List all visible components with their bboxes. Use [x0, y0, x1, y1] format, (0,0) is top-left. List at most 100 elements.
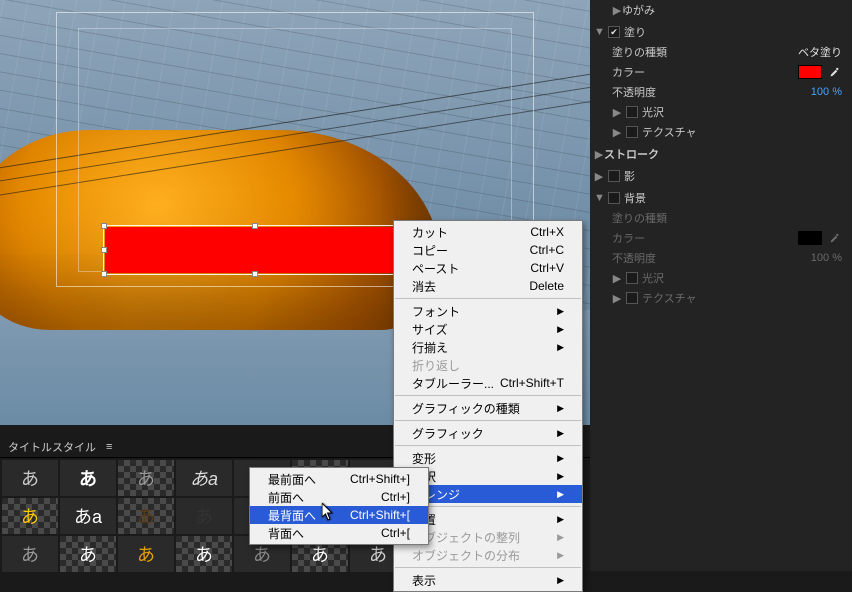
fill-texture-row[interactable]: ▶ テクスチャ	[594, 122, 842, 142]
title-rectangle[interactable]	[105, 227, 405, 273]
eyedropper-icon	[828, 231, 842, 245]
menu-item[interactable]: 最前面へCtrl+Shift+]	[250, 470, 428, 488]
bg-checkbox[interactable]	[608, 192, 620, 204]
bg-sheen-checkbox	[626, 272, 638, 284]
title-styles-label: タイトルスタイル	[8, 439, 96, 455]
twisty-collapsed-icon[interactable]: ▶	[594, 148, 604, 161]
menu-separator	[395, 567, 581, 568]
menu-item-label: フォント	[412, 303, 460, 320]
menu-item[interactable]: コピーCtrl+C	[394, 241, 582, 259]
bg-section-header[interactable]: ▼ 背景	[594, 188, 842, 208]
menu-item[interactable]: グラフィック ▶	[394, 424, 582, 442]
twisty-collapsed-icon[interactable]: ▶	[612, 106, 622, 119]
menu-item[interactable]: 変形▶	[394, 449, 582, 467]
title-style-sample-text: あ	[21, 503, 39, 529]
shadow-checkbox[interactable]	[608, 170, 620, 182]
twisty-expanded-icon[interactable]: ▼	[594, 192, 604, 204]
menu-item-label: カット	[412, 224, 448, 241]
fill-opacity-row[interactable]: 不透明度 100 %	[594, 82, 842, 102]
title-style-swatch[interactable]: あ	[2, 536, 58, 572]
submenu-arrow-icon: ▶	[557, 428, 564, 439]
fill-checkbox[interactable]	[608, 26, 620, 38]
texture-checkbox[interactable]	[626, 126, 638, 138]
context-menu-arrange[interactable]: 最前面へCtrl+Shift+]前面へCtrl+]最背面へCtrl+Shift+…	[249, 467, 429, 545]
stroke-section-label: ストローク	[604, 146, 659, 162]
bg-sheen-label: 光沢	[642, 270, 664, 286]
title-style-sample-text: あ	[195, 503, 213, 529]
menu-item[interactable]: 前面へCtrl+]	[250, 488, 428, 506]
bg-opacity-row: 不透明度 100 %	[594, 248, 842, 268]
submenu-arrow-icon: ▶	[557, 403, 564, 414]
title-style-swatch[interactable]: あ	[118, 460, 174, 496]
title-style-sample-text: あa	[74, 503, 102, 529]
title-style-swatch[interactable]: あ	[176, 536, 232, 572]
menu-item-accelerator: Ctrl+C	[530, 243, 564, 257]
title-style-swatch[interactable]: あ	[118, 536, 174, 572]
shadow-section-header[interactable]: ▶ 影	[594, 166, 842, 186]
fill-type-row[interactable]: 塗りの種類 ベタ塗り	[594, 42, 842, 62]
eyedropper-icon[interactable]	[828, 65, 842, 79]
menu-item[interactable]: サイズ▶	[394, 320, 582, 338]
menu-separator	[395, 445, 581, 446]
fill-opacity-label: 不透明度	[612, 84, 656, 100]
title-style-swatch[interactable]: あa	[176, 460, 232, 496]
menu-item[interactable]: ペースト Ctrl+V	[394, 259, 582, 277]
menu-item: オブジェクトの分布▶	[394, 546, 582, 564]
title-style-swatch[interactable]: あ	[176, 498, 232, 534]
menu-item[interactable]: フォント▶	[394, 302, 582, 320]
twisty-collapsed-icon[interactable]: ▶	[612, 4, 622, 17]
panel-menu-icon[interactable]: ≡	[106, 441, 112, 453]
fill-color-row[interactable]: カラー	[594, 62, 842, 82]
bg-type-row: 塗りの種類	[594, 208, 842, 228]
submenu-arrow-icon: ▶	[557, 342, 564, 353]
title-style-swatch[interactable]: あa	[60, 498, 116, 534]
menu-item-accelerator: Ctrl+[	[381, 526, 410, 540]
stroke-section-header[interactable]: ▶ ストローク	[594, 144, 842, 164]
title-style-sample-text: あ	[137, 541, 155, 567]
fill-type-value[interactable]: ベタ塗り	[798, 44, 842, 60]
menu-item-label: ペースト	[412, 260, 459, 277]
menu-item[interactable]: 背面へCtrl+[	[250, 524, 428, 542]
fill-opacity-value[interactable]: 100 %	[811, 86, 842, 98]
menu-item[interactable]: 表示▶	[394, 571, 582, 589]
sheen-checkbox[interactable]	[626, 106, 638, 118]
title-style-sample-text: あ	[137, 465, 155, 491]
menu-item-label: オブジェクトの分布	[412, 547, 520, 564]
title-style-swatch[interactable]: あ	[118, 498, 174, 534]
distort-row[interactable]: ▶ ゆがみ	[594, 0, 842, 20]
title-style-swatch[interactable]: あ	[2, 460, 58, 496]
submenu-arrow-icon: ▶	[557, 532, 564, 543]
properties-panel: ▶ ゆがみ ▼ 塗り 塗りの種類 ベタ塗り カラー 不透明度 100 % ▶ 光…	[590, 0, 852, 571]
title-style-swatch[interactable]: あ	[60, 460, 116, 496]
fill-section-header[interactable]: ▼ 塗り	[594, 22, 842, 42]
title-style-sample-text: あa	[190, 465, 218, 491]
menu-item-accelerator: Ctrl+X	[530, 225, 564, 239]
bg-color-row: カラー	[594, 228, 842, 248]
menu-item[interactable]: タブルーラー...Ctrl+Shift+T	[394, 374, 582, 392]
twisty-expanded-icon[interactable]: ▼	[594, 26, 604, 38]
title-style-swatch[interactable]: あ	[60, 536, 116, 572]
submenu-arrow-icon: ▶	[557, 324, 564, 335]
menu-item-label: 変形	[412, 450, 436, 467]
twisty-collapsed-icon[interactable]: ▶	[594, 170, 604, 183]
menu-item-label: グラフィック	[412, 425, 484, 442]
fill-color-swatch[interactable]	[798, 65, 822, 79]
fill-type-label: 塗りの種類	[612, 44, 667, 60]
title-style-swatch[interactable]: あ	[2, 498, 58, 534]
title-style-sample-text: あ	[195, 541, 213, 567]
menu-item[interactable]: 消去Delete	[394, 277, 582, 295]
fill-sheen-row[interactable]: ▶ 光沢	[594, 102, 842, 122]
twisty-collapsed-icon[interactable]: ▶	[612, 126, 622, 139]
menu-item-accelerator: Ctrl+V	[530, 261, 564, 275]
menu-item-label: 表示	[412, 572, 436, 589]
menu-item[interactable]: 行揃え▶	[394, 338, 582, 356]
fill-texture-label: テクスチャ	[642, 124, 697, 140]
menu-item-label: 折り返し	[412, 357, 460, 374]
fill-section-label: 塗り	[624, 24, 646, 40]
menu-item-label: 消去	[412, 278, 436, 295]
menu-item[interactable]: カット Ctrl+X	[394, 223, 582, 241]
menu-item[interactable]: 最背面へCtrl+Shift+[	[250, 506, 428, 524]
bg-opacity-label: 不透明度	[612, 250, 656, 266]
bg-opacity-value: 100 %	[811, 252, 842, 264]
menu-item[interactable]: グラフィックの種類▶	[394, 399, 582, 417]
